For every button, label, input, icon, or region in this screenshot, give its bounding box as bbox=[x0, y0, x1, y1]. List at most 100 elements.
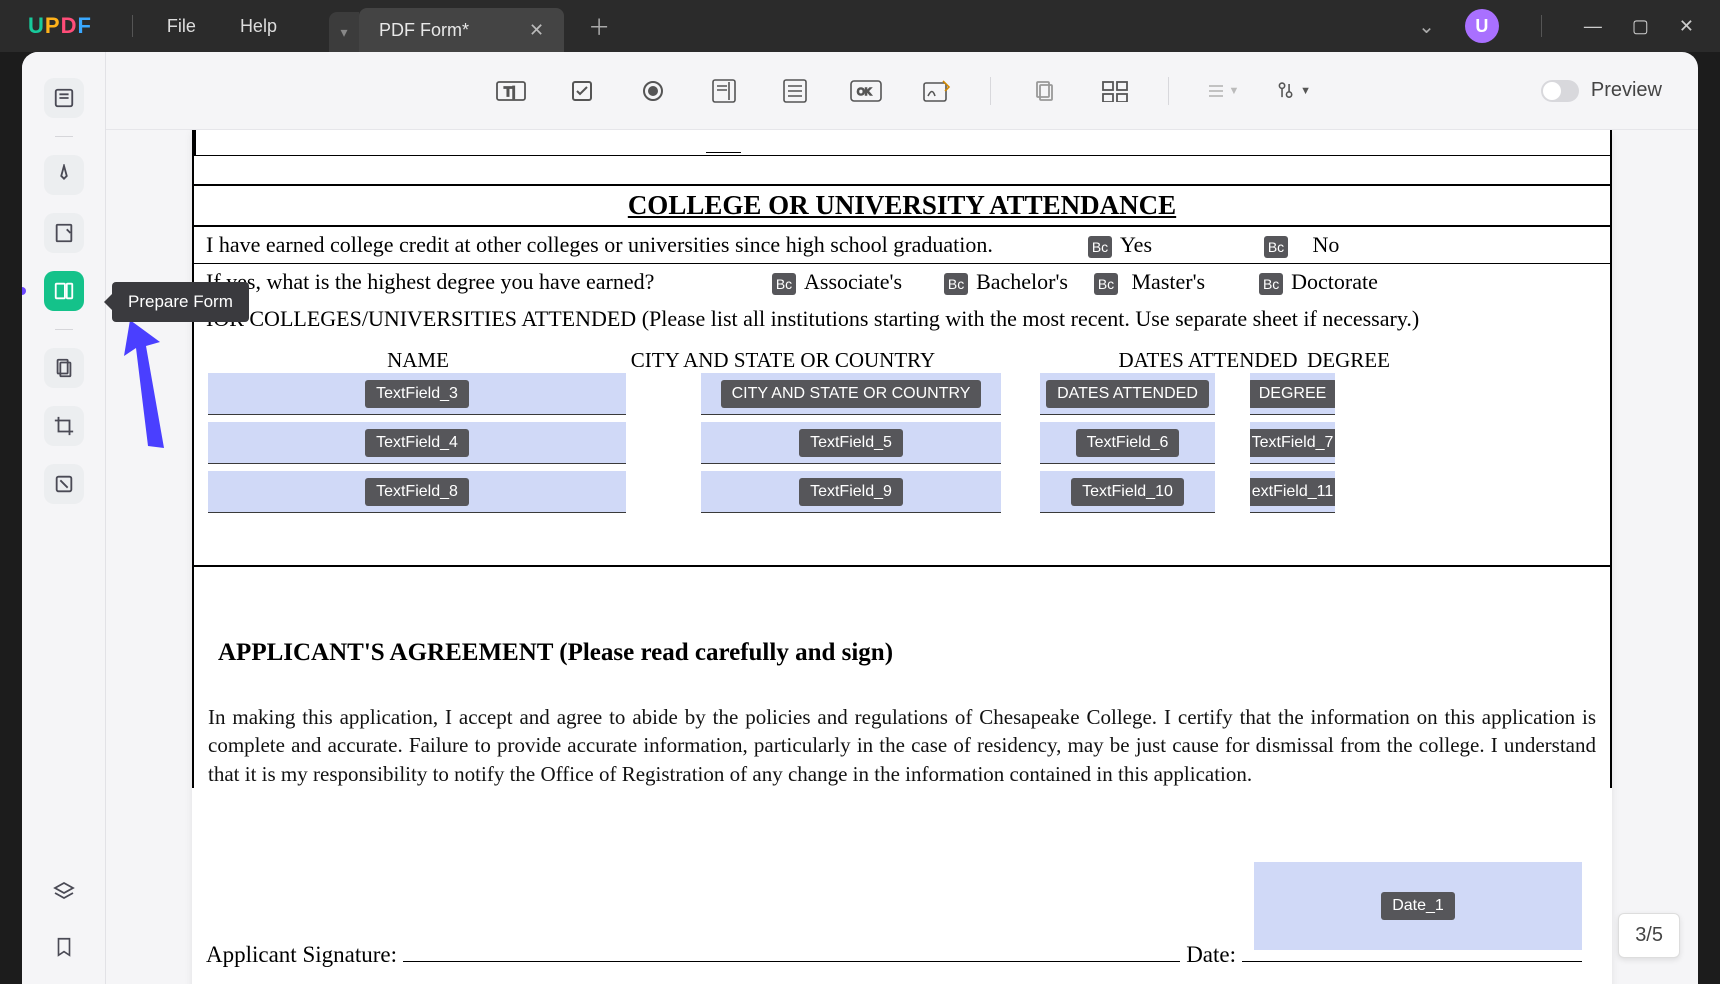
agreement-title: APPLICANT'S AGREEMENT (Please read caref… bbox=[218, 639, 1596, 667]
text-field[interactable]: TextField_3 bbox=[208, 373, 626, 415]
chevron-down-icon[interactable]: ⌄ bbox=[1418, 14, 1435, 39]
active-indicator bbox=[22, 287, 26, 295]
sidebar bbox=[22, 52, 106, 984]
agreement-section: APPLICANT'S AGREEMENT (Please read caref… bbox=[194, 565, 1610, 788]
checkbox-field[interactable]: Bc bbox=[1264, 236, 1288, 258]
question-2-row: If yes, what is the highest degree you h… bbox=[194, 264, 1610, 300]
agreement-body: In making this application, I accept and… bbox=[208, 703, 1596, 788]
table-row: TextField_4 TextField_5 TextField_6 Text… bbox=[208, 422, 1596, 464]
layers-icon[interactable] bbox=[52, 880, 76, 909]
svg-text:T|: T| bbox=[504, 84, 515, 99]
text-field[interactable]: CITY AND STATE OR COUNTRY bbox=[701, 373, 1001, 415]
checkbox-tool[interactable] bbox=[564, 73, 600, 109]
order-tool[interactable]: ▼ bbox=[1204, 73, 1240, 109]
date-field[interactable]: Date_1 bbox=[1254, 862, 1582, 950]
date-underline bbox=[1242, 961, 1582, 962]
opt-no: No bbox=[1313, 232, 1340, 257]
svg-text:OK: OK bbox=[857, 87, 872, 98]
separator bbox=[132, 15, 133, 37]
maximize-button[interactable]: ▢ bbox=[1632, 16, 1649, 37]
close-button[interactable]: ✕ bbox=[1679, 16, 1694, 37]
separator bbox=[990, 77, 991, 105]
window-controls: ⌄ U — ▢ ✕ bbox=[1418, 0, 1720, 52]
new-tab-button[interactable]: ＋ bbox=[574, 10, 624, 42]
listbox-tool[interactable] bbox=[777, 73, 813, 109]
pdf-page: COLLEGE OR UNIVERSITY ATTENDANCE I have … bbox=[192, 130, 1612, 984]
document-viewport[interactable]: COLLEGE OR UNIVERSITY ATTENDANCE I have … bbox=[106, 130, 1698, 984]
separator bbox=[1168, 77, 1169, 105]
table-row: TextField_3 CITY AND STATE OR COUNTRY DA… bbox=[208, 373, 1596, 415]
signature-label: Applicant Signature: bbox=[206, 942, 397, 968]
preview-label: Preview bbox=[1591, 79, 1662, 102]
radio-tool[interactable] bbox=[635, 73, 671, 109]
opt-bachelor: Bachelor's bbox=[976, 269, 1068, 294]
signature-line: Applicant Signature: Date: bbox=[206, 942, 1588, 968]
menu-file[interactable]: File bbox=[145, 16, 218, 37]
checkbox-field[interactable]: Bc bbox=[1088, 236, 1112, 258]
organize-tool[interactable] bbox=[44, 348, 84, 388]
section-heading: COLLEGE OR UNIVERSITY ATTENDANCE bbox=[194, 184, 1610, 227]
close-icon[interactable]: ✕ bbox=[529, 20, 544, 41]
text-field[interactable]: TextField_9 bbox=[701, 471, 1001, 513]
table-headers: NAME CITY AND STATE OR COUNTRY DATES ATT… bbox=[194, 348, 1610, 373]
avatar[interactable]: U bbox=[1465, 9, 1499, 43]
checkbox-field[interactable]: Bc bbox=[772, 273, 796, 295]
checkbox-field[interactable]: Bc bbox=[1094, 273, 1118, 295]
prior-colleges-text: IOR COLLEGES/UNIVERSITIES ATTENDED (Plea… bbox=[194, 300, 1610, 338]
tools-tool[interactable]: ▼ bbox=[1275, 73, 1311, 109]
copy-tool[interactable] bbox=[1026, 73, 1062, 109]
dropdown-tool[interactable] bbox=[706, 73, 742, 109]
opt-doctorate: Doctorate bbox=[1291, 269, 1378, 294]
edit-tool[interactable] bbox=[44, 213, 84, 253]
preview-toggle[interactable] bbox=[1541, 80, 1579, 102]
checkbox-field[interactable]: Bc bbox=[1259, 273, 1283, 295]
separator bbox=[55, 329, 73, 330]
minimize-button[interactable]: — bbox=[1584, 16, 1602, 37]
text-field[interactable]: DATES ATTENDED bbox=[1040, 373, 1215, 415]
menu-help[interactable]: Help bbox=[218, 16, 299, 37]
button-tool[interactable]: OK bbox=[848, 73, 884, 109]
form-toolbar: T| OK bbox=[106, 52, 1698, 130]
text-field[interactable]: TextField_8 bbox=[208, 471, 626, 513]
checkbox-field[interactable]: Bc bbox=[944, 273, 968, 295]
document-tab[interactable]: PDF Form* ✕ bbox=[359, 8, 564, 52]
text-field[interactable]: TextField_6 bbox=[1040, 422, 1215, 464]
col-city: CITY AND STATE OR COUNTRY bbox=[628, 348, 938, 373]
text-field[interactable]: TextField_7 bbox=[1250, 422, 1335, 464]
text-field[interactable]: TextField_10 bbox=[1040, 471, 1215, 513]
prepare-form-tool[interactable] bbox=[44, 271, 84, 311]
col-dates: DATES ATTENDED bbox=[1118, 348, 1298, 373]
bookmark-icon[interactable] bbox=[53, 935, 75, 964]
text-field[interactable]: extField_11 bbox=[1250, 471, 1335, 513]
titlebar: UPDF File Help ▾ PDF Form* ✕ ＋ ⌄ U — ▢ ✕ bbox=[0, 0, 1720, 52]
separator bbox=[55, 136, 73, 137]
app-body: Prepare Form T| OK bbox=[22, 52, 1698, 984]
redact-tool[interactable] bbox=[44, 464, 84, 504]
reader-tool[interactable] bbox=[44, 78, 84, 118]
comment-tool[interactable] bbox=[44, 155, 84, 195]
text-field-tool[interactable]: T| bbox=[493, 73, 529, 109]
tab-strip: ▾ PDF Form* ✕ ＋ bbox=[329, 0, 624, 52]
separator bbox=[1541, 15, 1542, 37]
text-field[interactable]: TextField_5 bbox=[701, 422, 1001, 464]
q1-text: I have earned college credit at other co… bbox=[206, 232, 1076, 258]
page-top-band bbox=[194, 130, 1610, 156]
preview-toggle-group: Preview bbox=[1541, 79, 1662, 102]
signature-tool[interactable] bbox=[919, 73, 955, 109]
col-name: NAME bbox=[208, 348, 628, 373]
question-1-row: I have earned college credit at other co… bbox=[194, 227, 1610, 264]
page-indicator[interactable]: 3/5 bbox=[1618, 913, 1680, 958]
blank-tab[interactable]: ▾ bbox=[329, 12, 359, 52]
app-logo: UPDF bbox=[0, 13, 120, 39]
crop-tool[interactable] bbox=[44, 406, 84, 446]
tab-label: PDF Form* bbox=[379, 20, 469, 41]
signature-underline bbox=[403, 961, 1180, 962]
main-area: T| OK bbox=[106, 52, 1698, 984]
opt-associate: Associate's bbox=[804, 269, 902, 294]
align-tool[interactable] bbox=[1097, 73, 1133, 109]
opt-yes: Yes bbox=[1120, 232, 1152, 257]
col-degree: DEGREE bbox=[1306, 348, 1391, 373]
text-field[interactable]: TextField_4 bbox=[208, 422, 626, 464]
text-field[interactable]: DEGREE bbox=[1250, 373, 1335, 415]
date-label: Date: bbox=[1186, 942, 1236, 968]
